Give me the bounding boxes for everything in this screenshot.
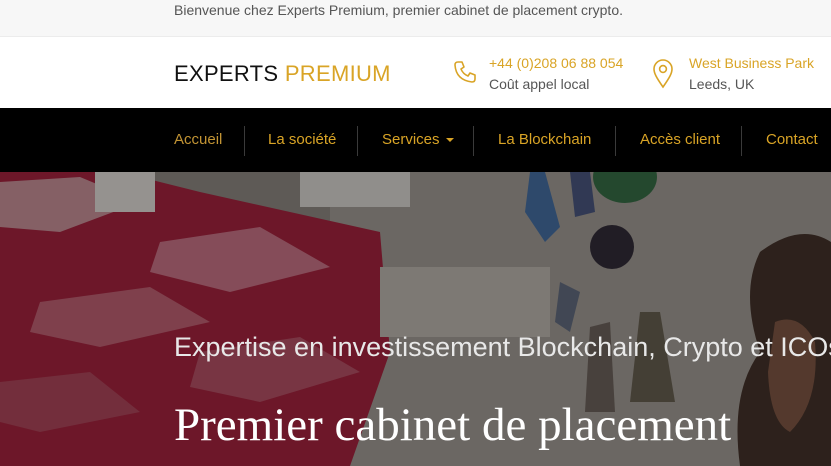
- phone-number[interactable]: +44 (0)208 06 88 054: [489, 55, 623, 71]
- hero-banner: Expertise en investissement Blockchain, …: [0, 172, 831, 466]
- nav-item-contact[interactable]: Contact: [766, 108, 818, 172]
- nav-separator: [357, 126, 358, 156]
- nav-item-accueil[interactable]: Accueil: [174, 108, 222, 172]
- hero-title: Premier cabinet de placement: [174, 399, 732, 451]
- map-pin-icon: [652, 59, 674, 94]
- top-bar: Bienvenue chez Experts Premium, premier …: [0, 0, 831, 37]
- chevron-down-icon: [445, 138, 454, 143]
- phone-icon: [452, 59, 478, 90]
- phone-note: Coût appel local: [489, 76, 590, 92]
- welcome-text: Bienvenue chez Experts Premium, premier …: [174, 2, 623, 18]
- address-line2: Leeds, UK: [689, 76, 755, 92]
- nav-item-services[interactable]: Services: [382, 108, 454, 172]
- nav-item-la-blockchain[interactable]: La Blockchain: [498, 108, 591, 172]
- nav-separator: [244, 126, 245, 156]
- site-logo[interactable]: EXPERTS PREMIUM: [174, 61, 391, 87]
- logo-text-accent: PREMIUM: [284, 61, 391, 86]
- address-line1: West Business Park: [689, 55, 815, 71]
- site-header: EXPERTS PREMIUM +44 (0)208 06 88 054 Coû…: [0, 37, 831, 108]
- logo-text-main: EXPERTS: [174, 61, 285, 86]
- nav-separator: [473, 126, 474, 156]
- main-nav: Accueil La société Services La Blockchai…: [0, 108, 831, 172]
- nav-item-acces-client[interactable]: Accès client: [640, 108, 720, 172]
- nav-item-services-label: Services: [382, 131, 440, 148]
- nav-separator: [741, 126, 742, 156]
- nav-item-la-societe[interactable]: La société: [268, 108, 336, 172]
- hero-subtitle: Expertise en investissement Blockchain, …: [174, 332, 831, 362]
- nav-separator: [615, 126, 616, 156]
